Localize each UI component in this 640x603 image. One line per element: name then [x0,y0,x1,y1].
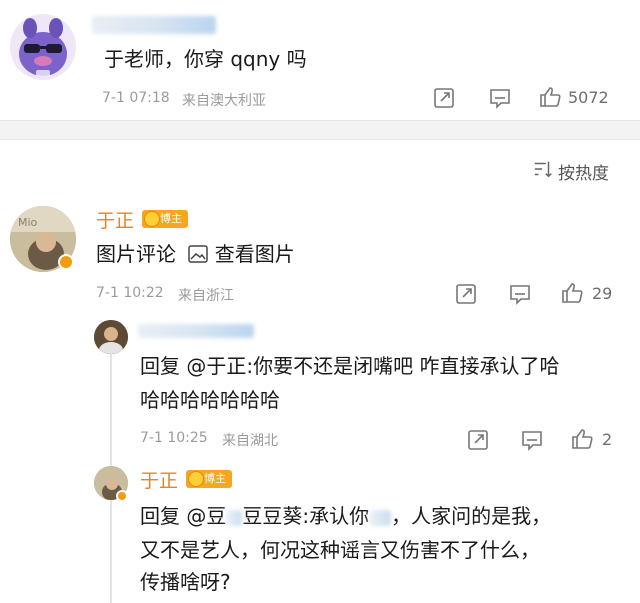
author-badge: 博主 [186,470,232,488]
reply-text-line-2: 又不是艺人，何况这种谣言又伤害不了什么， [140,538,540,562]
verified-badge-icon [58,254,74,270]
verified-badge-icon [116,490,128,502]
share-icon[interactable] [466,428,490,452]
comment-time: 7-1 10:22 [96,285,164,301]
reply-prefix: 回复 [140,504,187,528]
reply-location: 来自湖北 [222,433,278,449]
mention-link[interactable]: @豆 豆豆葵 [186,504,302,528]
badge-label: 博主 [204,472,226,485]
blurred-word [369,509,392,526]
reply-avatar[interactable] [94,320,128,354]
view-image-label: 查看图片 [214,242,295,266]
view-image-link[interactable]: 查看图片 [188,242,295,266]
reply-content-2: ，人家问的是我， [391,504,552,528]
mention-link[interactable]: @于正 [186,354,246,378]
comment-time: 7-1 07:18 [102,90,170,106]
svg-text:Mio: Mio [18,216,38,229]
reply-text-line-1: 回复 @豆 豆豆葵:承认你 ，人家问的是我， [140,502,551,530]
like-count: 29 [592,284,613,303]
first-comment: 于老师，你穿 qqny 吗 7-1 07:18 来自澳大利亚 5072 [0,0,640,120]
like-count: 5072 [568,88,609,107]
avatar-cartoon-icon [19,18,67,76]
like-count: 2 [602,430,613,449]
reply-text-line-3: 传播啥呀? [140,570,231,594]
like-icon[interactable] [570,427,594,451]
badge-face-icon [144,211,160,227]
comment-icon[interactable] [488,86,512,110]
username[interactable]: 于正 [96,206,134,233]
section-separator [0,120,640,140]
mention-end: 豆豆葵 [242,504,303,528]
reply-text-line-1: 回复 @于正:你要不还是闭嘴吧 咋直接承认了哈 [140,352,559,380]
avatar-photo-icon [94,320,128,354]
reply-content-1: :承认你 [302,504,370,528]
blurred-name-part [226,509,243,526]
author-badge: 博主 [142,210,188,228]
image-comment-label: 图片评论 [96,242,176,266]
like-icon[interactable] [538,85,562,109]
share-icon[interactable] [454,282,478,306]
sort-icon[interactable] [532,158,554,180]
reply-content: :你要不还是闭嘴吧 咋直接承认了哈 [246,354,560,378]
like-icon[interactable] [560,281,584,305]
reply-text-line-2: 哈哈哈哈哈哈哈 [140,388,280,412]
comment-location: 来自澳大利亚 [182,93,266,109]
image-icon [188,245,209,263]
sort-label[interactable]: 按热度 [558,159,609,184]
badge-face-icon [188,471,204,487]
username[interactable]: 于正 [140,466,178,493]
comment-icon[interactable] [520,428,544,452]
comment-text: 于老师，你穿 qqny 吗 [104,47,307,71]
blurred-username [138,324,254,338]
blurred-username [92,16,216,34]
mention-start: @豆 [186,504,227,528]
commenter-avatar[interactable] [10,14,76,80]
comment-location: 来自浙江 [178,288,234,304]
badge-label: 博主 [160,212,182,225]
share-icon[interactable] [432,86,456,110]
reply-prefix: 回复 [140,354,187,378]
comment-text: 图片评论 查看图片 [96,240,295,268]
reply-time: 7-1 10:25 [140,430,208,446]
comment-icon[interactable] [508,282,532,306]
